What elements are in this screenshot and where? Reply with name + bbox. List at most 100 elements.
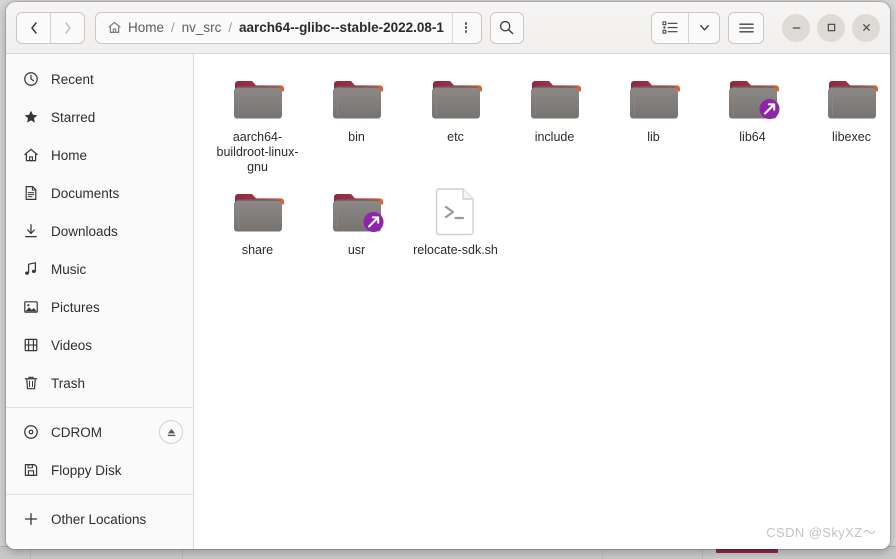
sidebar-divider <box>6 494 193 495</box>
maximize-button[interactable] <box>817 13 845 42</box>
file-item[interactable]: usr <box>307 181 406 258</box>
breadcrumb-separator: / <box>228 20 233 35</box>
folder-icon <box>230 72 286 124</box>
document-icon <box>22 185 39 202</box>
clock-icon <box>22 71 39 88</box>
path-options-button[interactable] <box>451 12 479 43</box>
icon-grid: aarch64-buildroot-linux-gnu bin etc incl… <box>208 68 890 258</box>
forward-button[interactable] <box>50 12 84 43</box>
folder-icon <box>626 72 682 124</box>
file-label: aarch64-buildroot-linux-gnu <box>216 130 299 174</box>
sidebar-item-cdrom[interactable]: CDROM <box>6 413 193 451</box>
file-label: libexec <box>832 130 871 144</box>
sidebar-item-label: Pictures <box>51 299 100 315</box>
window-controls <box>782 13 880 42</box>
sidebar-item-label: Floppy Disk <box>51 462 122 478</box>
folder-icon <box>230 185 286 237</box>
file-item[interactable]: include <box>505 68 604 175</box>
folder-icon <box>428 72 484 124</box>
file-item[interactable]: etc <box>406 68 505 175</box>
film-icon <box>22 337 39 354</box>
folder-symlink-glyph <box>332 194 383 232</box>
folder-icon <box>329 72 385 124</box>
sidebar-item-music[interactable]: Music <box>6 250 193 288</box>
download-icon <box>22 223 39 240</box>
sidebar-item-trash[interactable]: Trash <box>6 364 193 402</box>
file-label: lib <box>647 130 660 144</box>
breadcrumb-item-home[interactable]: Home <box>105 20 166 35</box>
chevron-left-icon <box>30 21 37 34</box>
header-bar: Home / nv_src / aarch64--glibc--stable-2… <box>6 2 890 54</box>
sidebar-item-label: Recent <box>51 71 94 87</box>
file-item[interactable]: libexec <box>802 68 890 175</box>
folder-symlink-glyph <box>728 81 779 119</box>
sidebar: Recent Starred Home Documents Downloads … <box>6 54 194 549</box>
close-button[interactable] <box>852 13 880 42</box>
minimize-button[interactable] <box>782 13 810 42</box>
sidebar-divider <box>6 407 193 408</box>
disc-icon <box>22 424 39 441</box>
view-options-button[interactable] <box>688 12 719 43</box>
folder-glyph <box>233 81 284 119</box>
sidebar-item-label: Other Locations <box>51 511 147 527</box>
chevron-down-icon <box>699 24 709 31</box>
search-button[interactable] <box>489 11 524 44</box>
navigation-buttons <box>16 11 85 44</box>
sidebar-item-starred[interactable]: Starred <box>6 98 193 136</box>
sidebar-item-label: Downloads <box>51 223 118 239</box>
file-item[interactable]: relocate-sdk.sh <box>406 181 505 258</box>
folder-symlink-icon <box>725 72 781 124</box>
hamburger-menu-icon <box>738 23 754 32</box>
file-label: etc <box>447 130 464 144</box>
breadcrumb-item-nv_src[interactable]: nv_src <box>180 20 224 35</box>
sidebar-item-recent[interactable]: Recent <box>6 60 193 98</box>
back-button[interactable] <box>17 13 50 43</box>
sidebar-item-label: CDROM <box>51 424 102 440</box>
folder-icon <box>527 72 583 124</box>
eject-button[interactable] <box>159 420 183 444</box>
file-label: relocate-sdk.sh <box>413 243 498 257</box>
plus-icon <box>22 511 39 528</box>
breadcrumb-separator: / <box>171 20 175 35</box>
folder-icon <box>824 72 880 124</box>
sidebar-item-label: Trash <box>51 375 86 391</box>
chevron-right-icon <box>64 21 71 34</box>
folder-glyph <box>233 194 284 232</box>
list-view-button[interactable] <box>652 13 688 43</box>
file-label: lib64 <box>739 130 766 144</box>
eject-icon <box>167 428 175 436</box>
sidebar-item-home[interactable]: Home <box>6 136 193 174</box>
file-label: include <box>534 130 575 144</box>
sidebar-item-other-locations[interactable]: Other Locations <box>6 500 193 538</box>
folder-symlink-icon <box>329 185 385 237</box>
script-file-icon <box>428 185 484 237</box>
file-label: bin <box>348 130 365 144</box>
sidebar-item-videos[interactable]: Videos <box>6 326 193 364</box>
home-icon <box>22 147 39 164</box>
file-item[interactable]: aarch64-buildroot-linux-gnu <box>208 68 307 175</box>
file-item[interactable]: share <box>208 181 307 258</box>
picture-icon <box>22 299 39 316</box>
sidebar-item-documents[interactable]: Documents <box>6 174 193 212</box>
watermark: CSDN @SkyXZ～ <box>766 525 876 540</box>
breadcrumb-item-current[interactable]: aarch64--glibc--stable-2022.08-1 <box>237 20 446 35</box>
star-icon <box>22 109 39 126</box>
file-item[interactable]: lib64 <box>703 68 802 175</box>
sidebar-item-label: Home <box>51 147 88 163</box>
window-body: Recent Starred Home Documents Downloads … <box>6 54 890 549</box>
sidebar-item-downloads[interactable]: Downloads <box>6 212 193 250</box>
file-item[interactable]: bin <box>307 68 406 175</box>
breadcrumb: Home / nv_src / aarch64--glibc--stable-2… <box>105 20 452 35</box>
folder-glyph <box>431 81 482 119</box>
main-menu-button[interactable] <box>728 11 764 44</box>
sidebar-item-label: Starred <box>51 109 96 125</box>
sidebar-item-pictures[interactable]: Pictures <box>6 288 193 326</box>
sidebar-item-label: Videos <box>51 337 93 353</box>
folder-glyph <box>332 81 383 119</box>
trash-icon <box>22 375 39 392</box>
file-grid-area[interactable]: aarch64-buildroot-linux-gnu bin etc incl… <box>194 54 890 549</box>
home-icon <box>108 21 121 33</box>
file-item[interactable]: lib <box>604 68 703 175</box>
floppy-icon <box>22 462 39 479</box>
sidebar-item-floppy-disk[interactable]: Floppy Disk <box>6 451 193 489</box>
